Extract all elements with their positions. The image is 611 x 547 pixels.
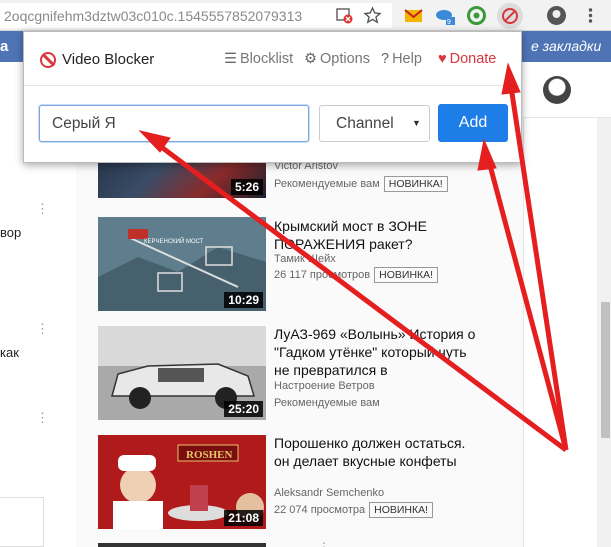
video-duration: 5:26	[230, 179, 263, 195]
svg-text:ROSHEN: ROSHEN	[186, 449, 233, 461]
video-thumbnail[interactable]: ROSHEN 21:08	[98, 435, 266, 529]
video-meta-row: 22 074 просмотра НОВИНКА!	[274, 502, 434, 518]
video-channel[interactable]: Настроение Ветров	[274, 380, 375, 392]
more-options-icon[interactable]: ⋮	[36, 202, 49, 215]
nav-help[interactable]: ? Help	[381, 51, 422, 67]
popup-header: Video Blocker ☰ Blocklist ⚙ Options ? Help …	[24, 32, 521, 86]
video-channel[interactable]: Тамик Шейх	[274, 253, 336, 265]
help-icon: ?	[381, 51, 390, 67]
green-circle-icon[interactable]	[466, 5, 487, 26]
nav-label: Donate	[449, 51, 497, 67]
list-icon: ☰	[224, 51, 237, 67]
channel-input-value: Серый Я	[52, 115, 116, 132]
svg-text:КЕРЧЕНСКИЙ МОСТ: КЕРЧЕНСКИЙ МОСТ	[144, 237, 204, 245]
gmail-icon[interactable]	[403, 5, 424, 26]
left-text-fragment: как	[0, 345, 19, 360]
video-title[interactable]: ЛуАЗ-969 «Волынь» История о "Гадком утён…	[274, 325, 479, 379]
nav-donate[interactable]: ♥ Donate	[438, 51, 496, 67]
heart-icon: ♥	[438, 51, 447, 67]
block-icon	[40, 52, 56, 68]
video-meta-row: Рекомендуемые вам НОВИНКА!	[274, 176, 448, 192]
add-button[interactable]: Add	[438, 104, 508, 142]
video-thumbnail[interactable]: КЕРЧЕНСКИЙ МОСТ 10:29	[98, 217, 266, 311]
video-meta: Рекомендуемые вам	[274, 178, 380, 190]
new-badge: НОВИНКА!	[369, 502, 434, 518]
video-thumbnail[interactable]: 25:20	[98, 326, 266, 420]
video-duration: 10:29	[224, 292, 263, 308]
bookmark-star-icon[interactable]	[362, 5, 383, 26]
video-meta: 22 074 просмотра	[274, 504, 366, 516]
more-options-icon[interactable]: ⋮	[318, 540, 330, 547]
scrollbar-thumb[interactable]	[601, 302, 610, 438]
nav-blocklist[interactable]: ☰ Blocklist	[224, 51, 293, 67]
video-title[interactable]: Крымский мост в ЗОНЕ ПОРАЖЕНИЯ ракет?	[274, 217, 479, 253]
nav-label: Blocklist	[240, 51, 294, 67]
video-blocker-extension-icon[interactable]	[497, 3, 523, 29]
profile-avatar-icon[interactable]	[546, 5, 567, 26]
video-duration: 25:20	[224, 401, 263, 417]
video-duration: 21:08	[224, 510, 263, 526]
video-title[interactable]: Порошенко должен остаться. он делает вку…	[274, 434, 479, 470]
left-card	[0, 497, 44, 547]
browser-toolbar: 2oqcgnifehm3dztw03c010c.1545557852079313…	[0, 0, 611, 31]
block-type-value: Channel	[336, 115, 394, 132]
blocked-popup-icon[interactable]	[334, 5, 355, 26]
video-thumbnail[interactable]	[98, 543, 266, 547]
bookmarks-left-text: a	[0, 38, 9, 55]
chevron-down-icon: ▼	[412, 118, 421, 128]
more-options-icon[interactable]: ⋮	[36, 322, 49, 335]
svg-text:9: 9	[447, 19, 451, 26]
url-text: 2oqcgnifehm3dztw03c010c.1545557852079313	[4, 8, 303, 24]
new-badge: НОВИНКА!	[374, 267, 439, 283]
channel-name-input[interactable]: Серый Я	[39, 105, 309, 142]
nav-options[interactable]: ⚙ Options	[304, 51, 370, 67]
video-meta: 26 117 просмотров	[274, 269, 371, 281]
user-avatar[interactable]	[543, 76, 571, 104]
gear-icon: ⚙	[304, 51, 317, 67]
video-blocker-popup: Video Blocker ☰ Blocklist ⚙ Options ? Help …	[23, 31, 522, 163]
nav-label: Options	[320, 51, 370, 67]
browser-menu-icon[interactable]	[580, 5, 601, 26]
brand-title: Video Blocker	[62, 51, 155, 68]
more-options-icon[interactable]: ⋮	[36, 411, 49, 424]
nav-label: Help	[392, 51, 422, 67]
cloud-extension-icon[interactable]: 9	[434, 5, 455, 26]
new-badge: НОВИНКА!	[383, 176, 448, 192]
video-meta: Рекомендуемые вам	[274, 397, 380, 409]
left-text-fragment: вор	[0, 225, 22, 240]
other-bookmarks-label[interactable]: е закладки	[531, 38, 601, 54]
video-channel[interactable]: Aleksandr Semchenko	[274, 487, 384, 499]
block-type-select[interactable]: Channel ▼	[319, 105, 430, 142]
video-meta-row: 26 117 просмотров НОВИНКА!	[274, 267, 439, 283]
